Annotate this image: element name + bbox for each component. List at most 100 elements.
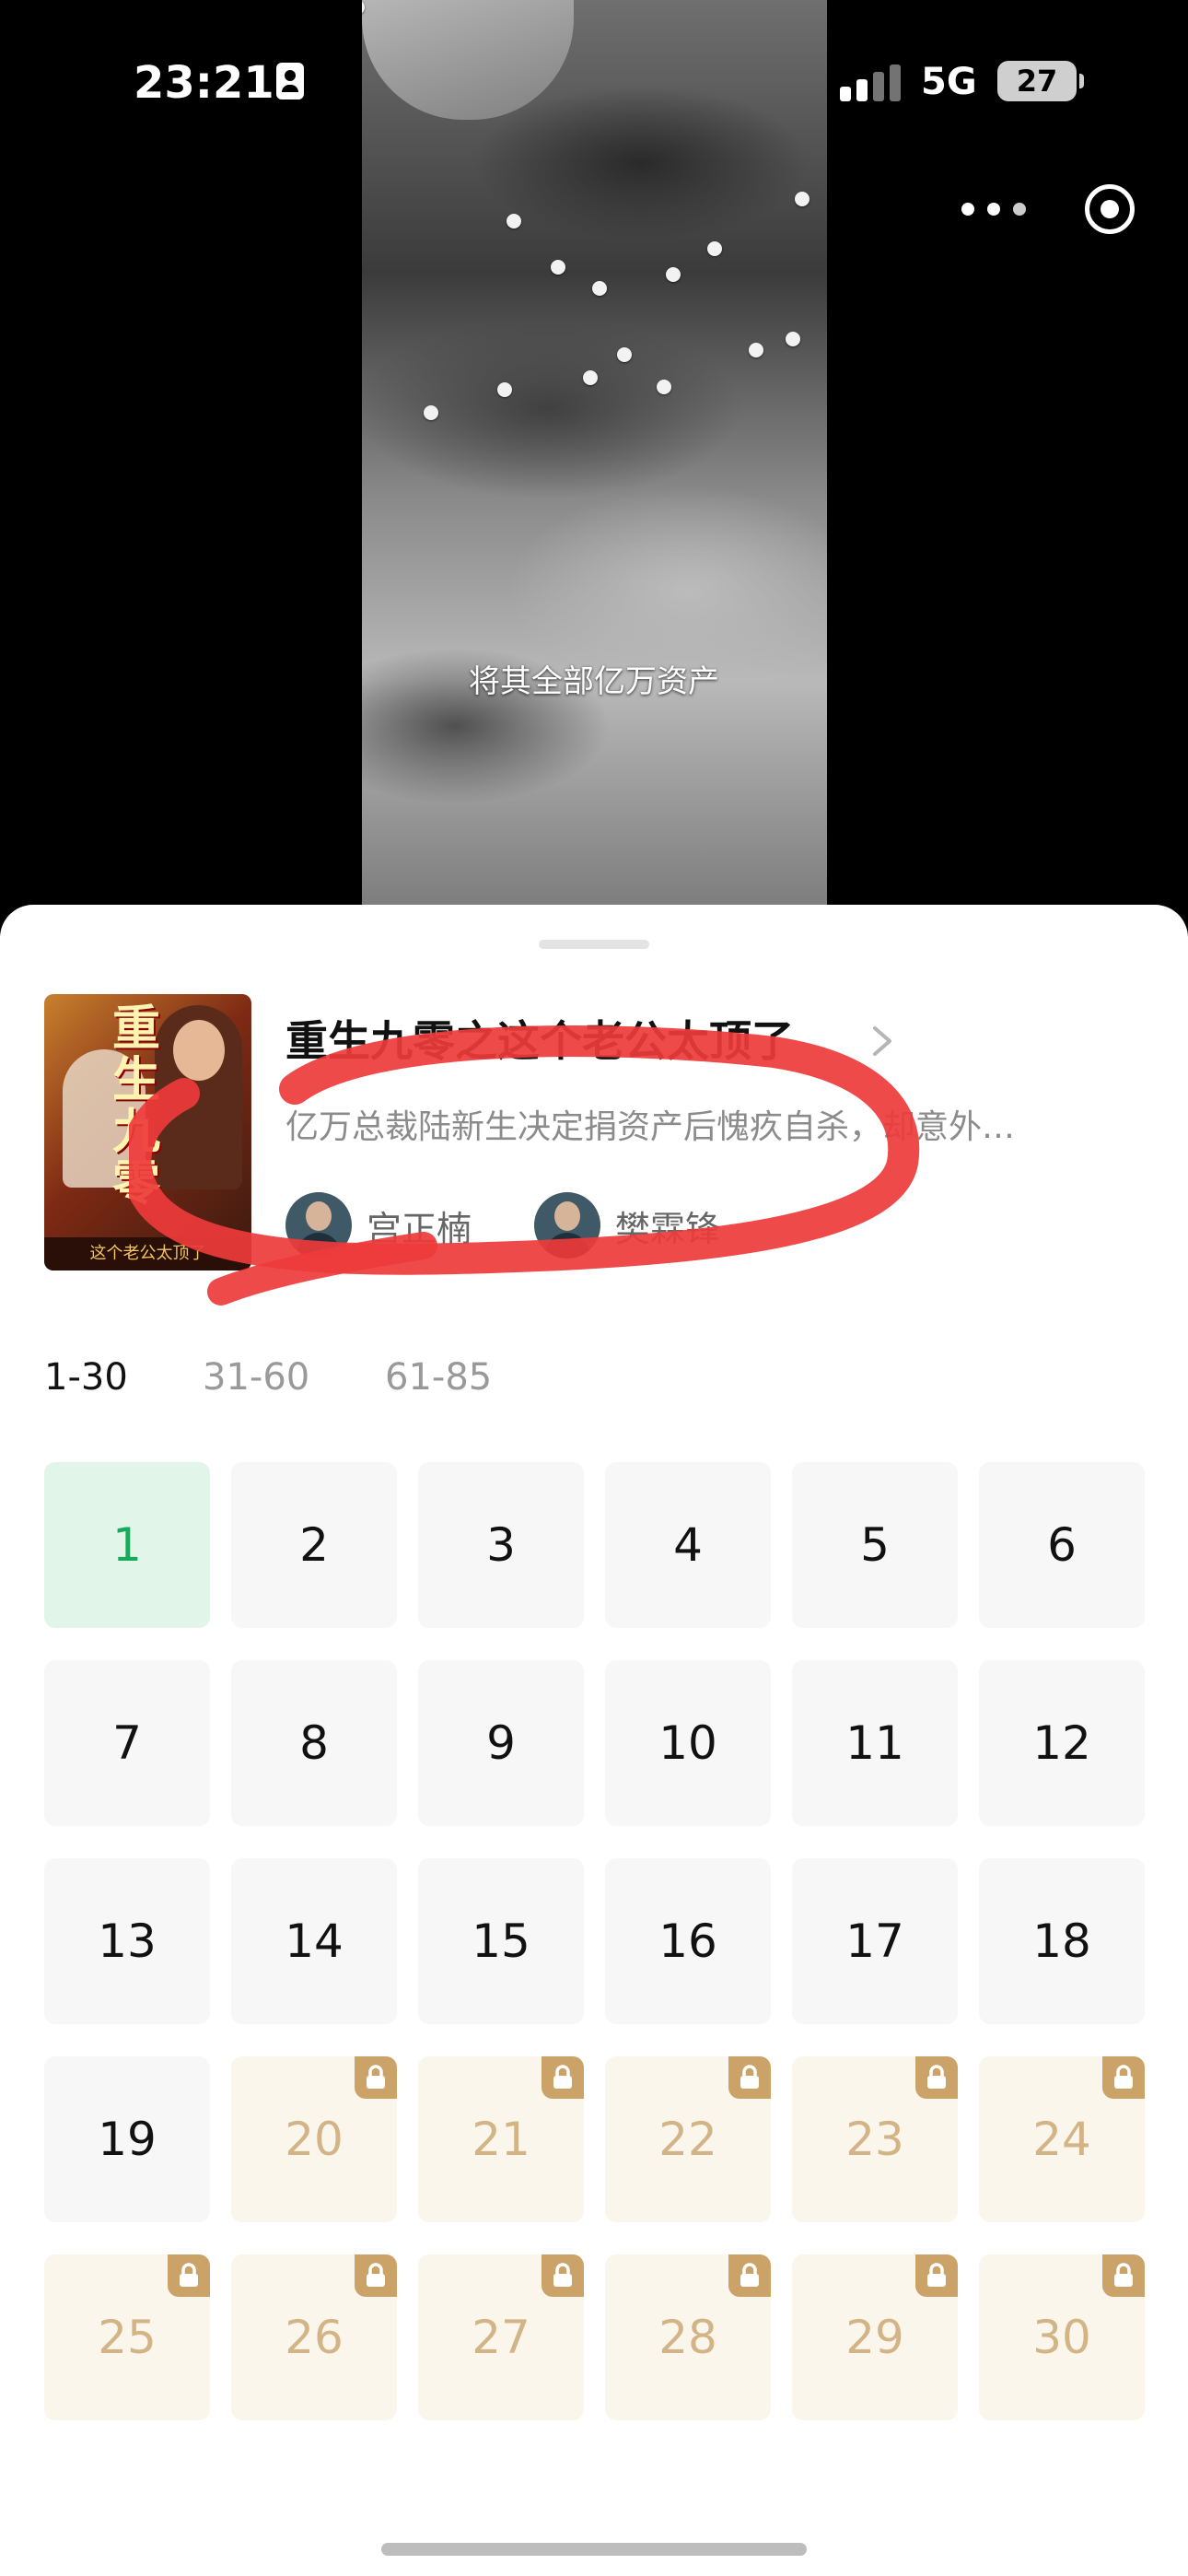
pearl (592, 281, 607, 296)
pearl (507, 214, 521, 228)
episode-number: 16 (658, 1914, 717, 1968)
episode-sheet: 重 生 九 零 这个老公太顶了 重生九零之这个老公太顶了 亿万总裁陆新生决定捐资… (0, 905, 1188, 2576)
tab-range-1[interactable]: 1-30 (44, 1356, 128, 1399)
cast-member[interactable]: 樊霖锋 (534, 1192, 720, 1259)
episode-number: 20 (285, 2113, 344, 2166)
pearl (551, 260, 565, 275)
episode-button-26[interactable]: 26 (231, 2254, 397, 2420)
episode-number: 3 (486, 1518, 516, 1572)
drama-description: 亿万总裁陆新生决定捐资产后愧疚自杀，却意外… (285, 1108, 1016, 1146)
episode-number: 18 (1032, 1914, 1091, 1968)
lock-icon (1102, 2254, 1145, 2297)
episode-button-20[interactable]: 20 (231, 2056, 397, 2222)
episode-number: 25 (98, 2311, 157, 2364)
episode-number: 14 (285, 1914, 344, 1968)
episode-button-2[interactable]: 2 (231, 1462, 397, 1628)
episode-number: 2 (299, 1518, 329, 1572)
tab-range-3[interactable]: 61-85 (385, 1356, 492, 1399)
episode-button-8[interactable]: 8 (231, 1660, 397, 1826)
episode-button-9[interactable]: 9 (418, 1660, 584, 1826)
pearl (497, 382, 512, 397)
episode-number: 23 (845, 2113, 904, 2166)
chevron-right-icon[interactable] (866, 1023, 899, 1060)
video-frame[interactable] (362, 0, 827, 907)
pearl (583, 370, 598, 385)
episode-button-24[interactable]: 24 (979, 2056, 1145, 2222)
episode-button-1[interactable]: 1 (44, 1462, 210, 1628)
poster-logo: 重 生 九 零 (111, 1001, 160, 1212)
episode-number: 10 (658, 1716, 717, 1770)
episode-number: 22 (658, 2113, 717, 2166)
episode-number: 9 (486, 1716, 516, 1770)
episode-grid: 1 2 3 4 5 6 7 8 9 10 11 12 13 14 15 16 17 18 19 20 21 22 23 24 2… (44, 1462, 1145, 2420)
episode-number: 27 (472, 2311, 530, 2364)
episode-button-18[interactable]: 18 (979, 1858, 1145, 2024)
episode-button-4[interactable]: 4 (605, 1462, 771, 1628)
pearl (657, 380, 671, 394)
episode-number: 26 (285, 2311, 344, 2364)
drama-title[interactable]: 重生九零之这个老公太顶了 (285, 1008, 794, 1069)
lock-icon (355, 2056, 397, 2099)
poster-band: 这个老公太顶了 (44, 1237, 251, 1270)
episode-number: 21 (472, 2113, 530, 2166)
episode-number: 4 (673, 1518, 703, 1572)
episode-number: 12 (1032, 1716, 1091, 1770)
drama-poster[interactable]: 重 生 九 零 这个老公太顶了 (44, 994, 251, 1270)
episode-button-22[interactable]: 22 (605, 2056, 771, 2222)
episode-number: 1 (112, 1518, 142, 1572)
sheet-grabber[interactable] (539, 940, 649, 949)
lock-icon (355, 2254, 397, 2297)
episode-number: 29 (845, 2311, 904, 2364)
episode-number: 30 (1032, 2311, 1091, 2364)
cast-name: 宫正楠 (367, 1208, 472, 1249)
episode-button-3[interactable]: 3 (418, 1462, 584, 1628)
episode-button-28[interactable]: 28 (605, 2254, 771, 2420)
episode-button-7[interactable]: 7 (44, 1660, 210, 1826)
episode-number: 6 (1047, 1518, 1077, 1572)
episode-number: 17 (845, 1914, 904, 1968)
episode-button-15[interactable]: 15 (418, 1858, 584, 2024)
episode-button-14[interactable]: 14 (231, 1858, 397, 2024)
episode-number: 15 (472, 1914, 530, 1968)
episode-number: 24 (1032, 2113, 1091, 2166)
avatar (534, 1192, 600, 1259)
episode-number: 7 (112, 1716, 142, 1770)
episode-button-25[interactable]: 25 (44, 2254, 210, 2420)
cast-member[interactable]: 宫正楠 (285, 1192, 472, 1259)
episode-button-30[interactable]: 30 (979, 2254, 1145, 2420)
video-player[interactable]: 将其全部亿万资产 23:21 5G 27 (0, 0, 1188, 921)
lock-icon (728, 2254, 771, 2297)
episode-button-29[interactable]: 29 (792, 2254, 958, 2420)
episode-button-13[interactable]: 13 (44, 1858, 210, 2024)
episode-button-5[interactable]: 5 (792, 1462, 958, 1628)
episode-number: 8 (299, 1716, 329, 1770)
network-type: 5G (921, 61, 977, 103)
signal-strength-icon (840, 64, 904, 101)
episode-number: 19 (98, 2113, 157, 2166)
episode-number: 5 (860, 1518, 890, 1572)
episode-button-21[interactable]: 21 (418, 2056, 584, 2222)
pearl (749, 343, 763, 357)
episode-button-23[interactable]: 23 (792, 2056, 958, 2222)
lock-icon (542, 2056, 584, 2099)
lock-icon (915, 2056, 958, 2099)
episode-button-17[interactable]: 17 (792, 1858, 958, 2024)
target-close-icon[interactable] (1085, 184, 1135, 234)
episode-button-12[interactable]: 12 (979, 1660, 1145, 1826)
tab-range-2[interactable]: 31-60 (203, 1356, 309, 1399)
battery-indicator: 27 (997, 61, 1084, 101)
lock-icon (915, 2254, 958, 2297)
episode-button-10[interactable]: 10 (605, 1660, 771, 1826)
episode-button-27[interactable]: 27 (418, 2254, 584, 2420)
more-dots-icon[interactable] (958, 186, 1031, 232)
episode-button-16[interactable]: 16 (605, 1858, 771, 2024)
pearl (424, 405, 438, 420)
episode-button-19[interactable]: 19 (44, 2056, 210, 2222)
home-indicator[interactable] (381, 2543, 807, 2556)
lock-icon (542, 2254, 584, 2297)
episode-number: 13 (98, 1914, 157, 1968)
episode-button-6[interactable]: 6 (979, 1462, 1145, 1628)
video-subtitle: 将其全部亿万资产 (469, 663, 719, 700)
episode-button-11[interactable]: 11 (792, 1660, 958, 1826)
episode-number: 11 (845, 1716, 904, 1770)
